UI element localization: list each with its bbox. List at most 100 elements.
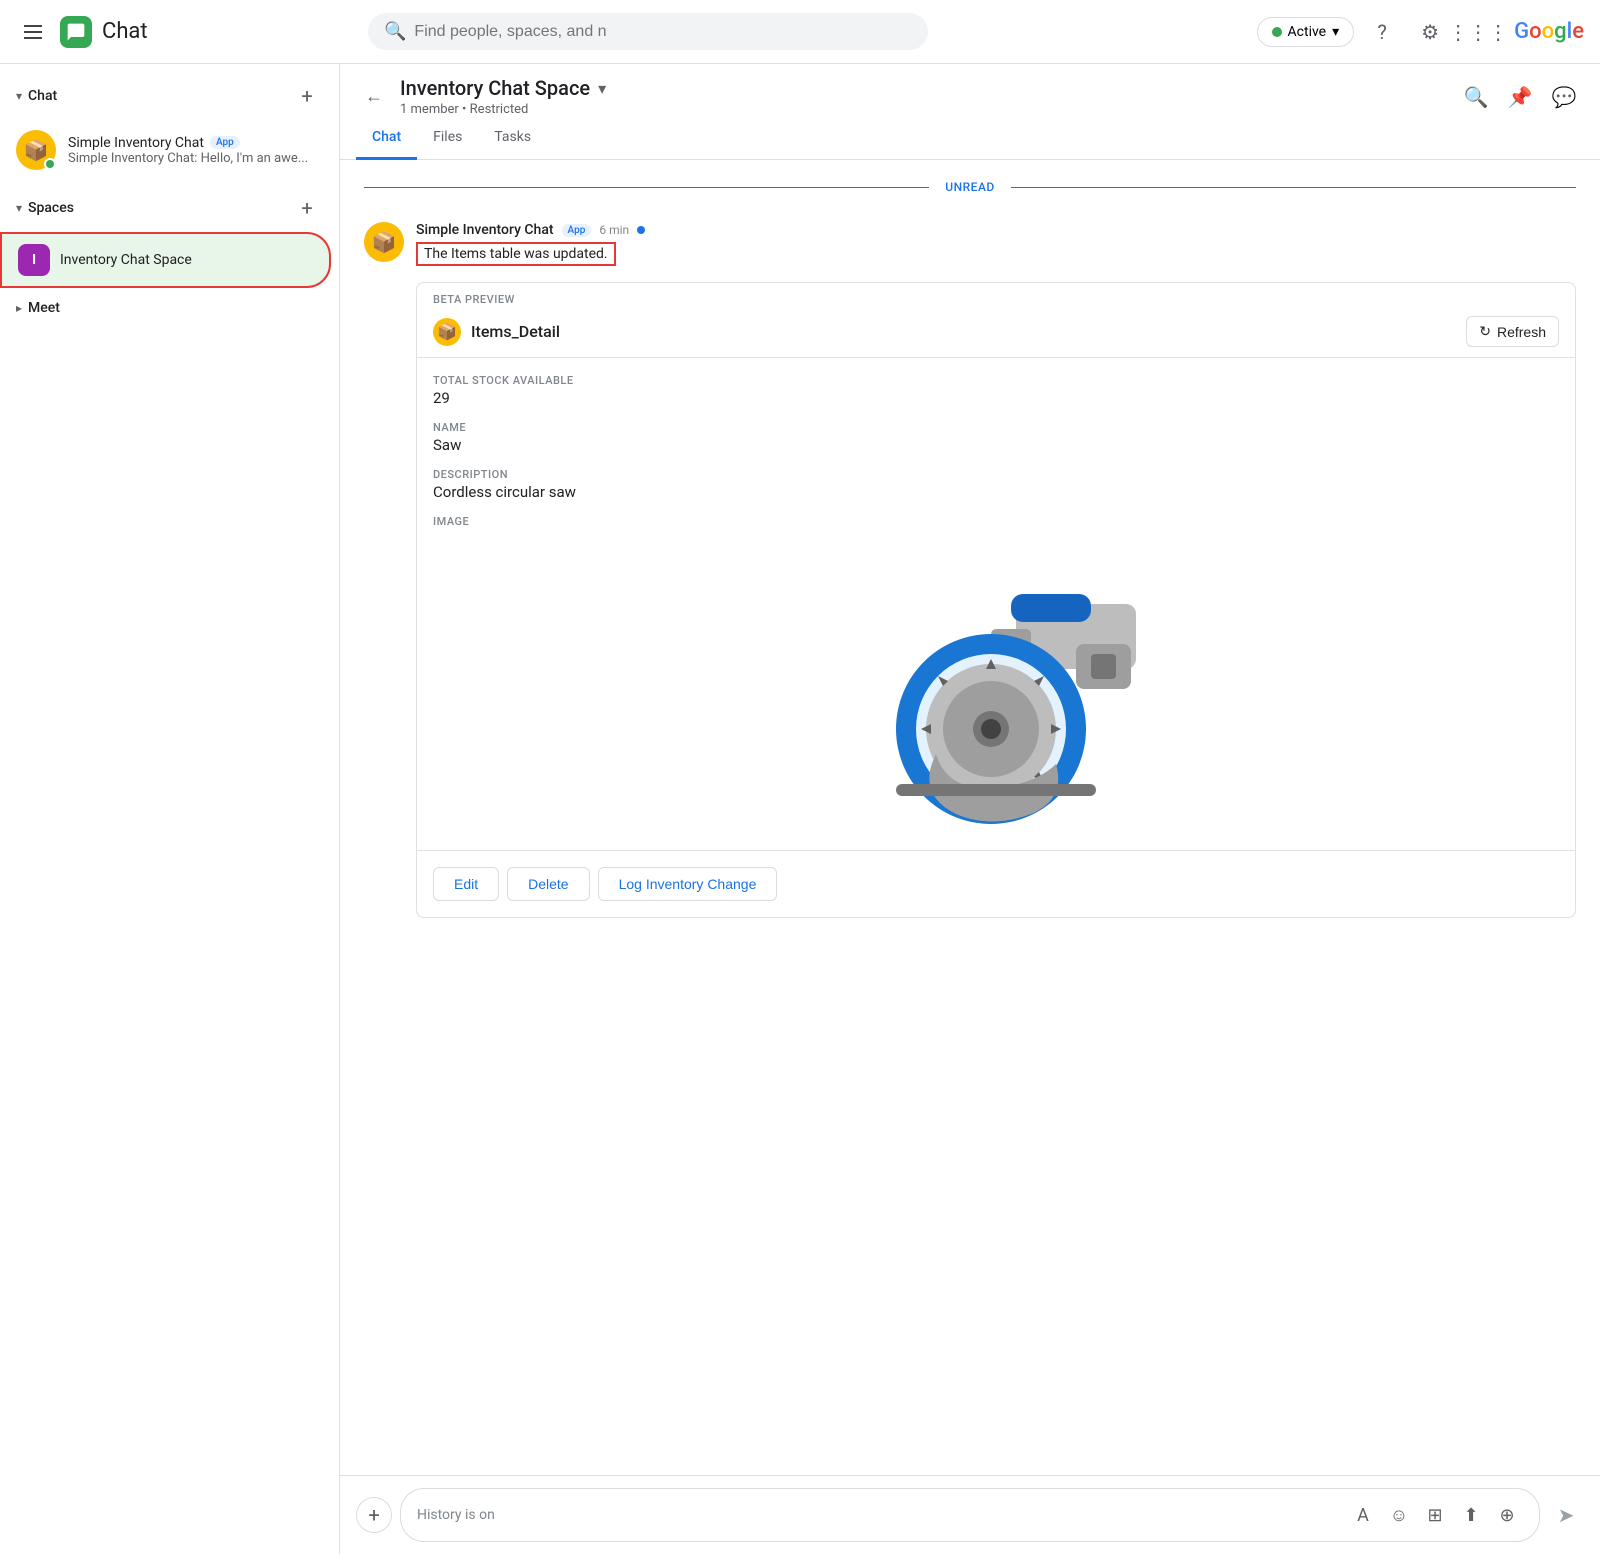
tab-chat[interactable]: Chat bbox=[356, 117, 417, 160]
pin-icon[interactable]: 📌 bbox=[1500, 77, 1540, 117]
meet-section-header[interactable]: ▸ Meet bbox=[16, 300, 323, 316]
topbar-right: Active ▾ ? ⚙ ⋮⋮⋮ Google bbox=[1257, 12, 1584, 52]
sidebar: ▾ Chat + 📦 Simple Inventory Chat App Sim… bbox=[0, 64, 340, 1554]
card-image-section bbox=[417, 558, 1575, 850]
card-field-stock-value: 29 bbox=[433, 389, 1559, 407]
menu-icon[interactable] bbox=[16, 17, 50, 47]
card-field-image-label: IMAGE bbox=[433, 515, 1559, 528]
topbar-left: Chat bbox=[16, 16, 356, 48]
emoji-icon[interactable]: ☺ bbox=[1383, 1499, 1415, 1531]
message-unread-dot bbox=[637, 226, 645, 234]
search-input[interactable] bbox=[414, 23, 912, 41]
chat-item-preview: Simple Inventory Chat: Hello, I'm an awe… bbox=[68, 151, 315, 166]
settings-icon[interactable]: ⚙ bbox=[1410, 12, 1450, 52]
app-title: Chat bbox=[102, 19, 148, 44]
active-chevron: ▾ bbox=[1332, 24, 1339, 40]
message-header: Simple Inventory Chat App 6 min bbox=[416, 222, 1576, 238]
spaces-chevron-icon: ▾ bbox=[16, 201, 22, 215]
text-format-icon[interactable]: A bbox=[1347, 1499, 1379, 1531]
topbar: Chat 🔍 Active ▾ ? ⚙ ⋮⋮⋮ Google bbox=[0, 0, 1600, 64]
add-chat-icon[interactable]: + bbox=[291, 80, 323, 112]
message-sender: Simple Inventory Chat bbox=[416, 222, 554, 238]
avatar-status-dot bbox=[44, 158, 56, 170]
video-icon[interactable]: ⊞ bbox=[1419, 1499, 1451, 1531]
meet-icon[interactable]: ⊕ bbox=[1491, 1499, 1523, 1531]
card-content: TOTAL STOCK AVAILABLE 29 NAME Saw DESCRI… bbox=[417, 358, 1575, 558]
card-header-title: Items_Detail bbox=[471, 322, 560, 341]
unread-divider: UNREAD bbox=[340, 168, 1600, 206]
google-logo: Google bbox=[1514, 19, 1584, 44]
list-item[interactable]: 📦 Simple Inventory Chat App Simple Inven… bbox=[0, 120, 331, 180]
app-badge: App bbox=[210, 136, 240, 149]
card-field-stock-label: TOTAL STOCK AVAILABLE bbox=[433, 374, 1559, 387]
chat-section-header[interactable]: ▾ Chat + bbox=[0, 72, 339, 120]
search-bar[interactable]: 🔍 bbox=[368, 13, 928, 50]
chat-section-header-left: ▾ Chat bbox=[16, 88, 57, 104]
space-header-name[interactable]: Inventory Chat Space ▾ bbox=[400, 76, 1456, 100]
space-item-name: Inventory Chat Space bbox=[60, 252, 192, 268]
tabs: Chat Files Tasks bbox=[340, 117, 1600, 160]
message-body: Simple Inventory Chat App 6 min The Item… bbox=[416, 222, 1576, 266]
chat-section: ▾ Chat + 📦 Simple Inventory Chat App Sim… bbox=[0, 72, 339, 180]
unread-label: UNREAD bbox=[945, 180, 995, 194]
content-area: ← Inventory Chat Space ▾ 1 member • Rest… bbox=[340, 64, 1600, 1554]
content-header-actions: 🔍 📌 💬 bbox=[1456, 77, 1584, 117]
delete-button[interactable]: Delete bbox=[507, 867, 589, 901]
log-inventory-change-button[interactable]: Log Inventory Change bbox=[598, 867, 778, 901]
send-button[interactable]: ➤ bbox=[1548, 1497, 1584, 1533]
unread-line-left bbox=[364, 187, 929, 188]
message-time: 6 min bbox=[599, 223, 629, 237]
saw-image bbox=[836, 574, 1156, 834]
active-dot bbox=[1272, 27, 1282, 37]
chat-section-label: Chat bbox=[28, 88, 57, 104]
chat-options-icon[interactable]: 💬 bbox=[1544, 77, 1584, 117]
active-status-button[interactable]: Active ▾ bbox=[1257, 17, 1355, 47]
message-input-area: + History is on A ☺ ⊞ ⬆ ⊕ ➤ bbox=[340, 1475, 1600, 1554]
upload-icon[interactable]: ⬆ bbox=[1455, 1499, 1487, 1531]
message: 📦 Simple Inventory Chat App 6 min The It… bbox=[340, 214, 1600, 274]
card-field-description-value: Cordless circular saw bbox=[433, 483, 1559, 501]
card-field-stock: TOTAL STOCK AVAILABLE 29 bbox=[433, 374, 1559, 407]
spaces-section-header-left: ▾ Spaces bbox=[16, 200, 74, 216]
search-space-icon[interactable]: 🔍 bbox=[1456, 77, 1496, 117]
add-space-icon[interactable]: + bbox=[291, 192, 323, 224]
help-icon[interactable]: ? bbox=[1362, 12, 1402, 52]
card-field-image: IMAGE bbox=[433, 515, 1559, 528]
card-actions: Edit Delete Log Inventory Change bbox=[417, 850, 1575, 917]
tab-files[interactable]: Files bbox=[417, 117, 478, 160]
unread-line-right bbox=[1011, 187, 1576, 188]
chat-item-text: Simple Inventory Chat App Simple Invento… bbox=[68, 135, 315, 166]
chat-logo bbox=[60, 16, 92, 48]
message-input-box[interactable]: History is on A ☺ ⊞ ⬆ ⊕ bbox=[400, 1488, 1540, 1542]
messages-area: UNREAD 📦 Simple Inventory Chat App 6 min… bbox=[340, 160, 1600, 1475]
spaces-section: ▾ Spaces + I Inventory Chat Space bbox=[0, 184, 339, 288]
avatar-emoji: 📦 bbox=[24, 138, 49, 162]
space-header-info: Inventory Chat Space ▾ 1 member • Restri… bbox=[392, 76, 1456, 117]
space-name-chevron-icon: ▾ bbox=[598, 79, 606, 98]
sidebar-item-inventory-chat-space[interactable]: I Inventory Chat Space bbox=[0, 232, 331, 288]
search-icon: 🔍 bbox=[384, 21, 406, 42]
space-icon: I bbox=[18, 244, 50, 276]
active-label: Active bbox=[1288, 24, 1327, 40]
meet-section: ▸ Meet bbox=[0, 292, 339, 324]
card-header-left: 📦 Items_Detail bbox=[433, 318, 560, 346]
inventory-card: BETA PREVIEW 📦 Items_Detail ↻ Refresh TO… bbox=[416, 282, 1576, 918]
card-field-name: NAME Saw bbox=[433, 421, 1559, 454]
message-text-highlighted: The Items table was updated. bbox=[416, 242, 616, 266]
apps-icon[interactable]: ⋮⋮⋮ bbox=[1458, 12, 1498, 52]
spaces-section-label: Spaces bbox=[28, 200, 74, 216]
back-button[interactable]: ← bbox=[356, 79, 392, 115]
chat-chevron-icon: ▾ bbox=[16, 89, 22, 103]
chat-item-name: Simple Inventory Chat App bbox=[68, 135, 315, 151]
edit-button[interactable]: Edit bbox=[433, 867, 499, 901]
refresh-label: Refresh bbox=[1497, 324, 1546, 340]
tab-tasks[interactable]: Tasks bbox=[478, 117, 547, 160]
message-avatar: 📦 bbox=[364, 222, 404, 262]
add-attachment-button[interactable]: + bbox=[356, 1497, 392, 1533]
message-app-badge: App bbox=[562, 224, 592, 237]
card-header: 📦 Items_Detail ↻ Refresh bbox=[417, 306, 1575, 358]
spaces-section-header[interactable]: ▾ Spaces + bbox=[0, 184, 339, 232]
space-name-text: Inventory Chat Space bbox=[400, 76, 590, 100]
refresh-button[interactable]: ↻ Refresh bbox=[1466, 316, 1559, 347]
card-header-icon: 📦 bbox=[433, 318, 461, 346]
